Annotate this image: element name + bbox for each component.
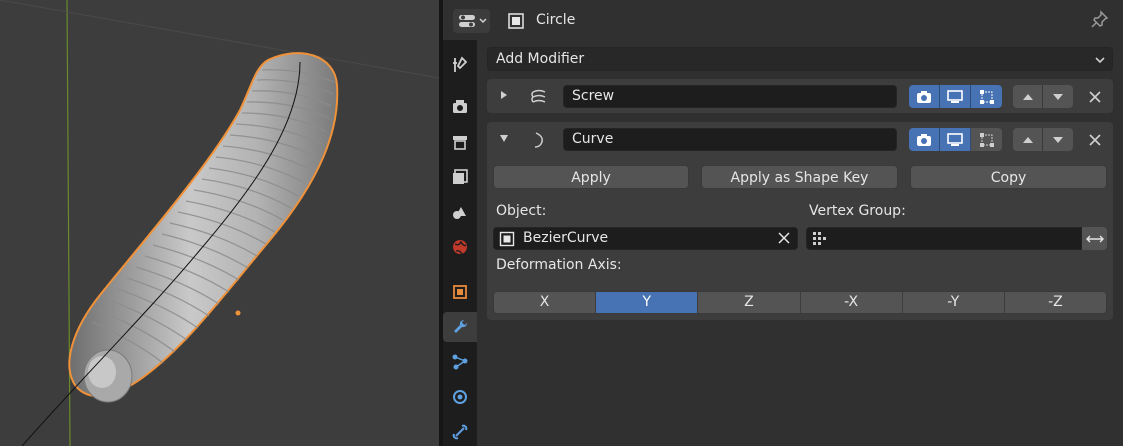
view-layer-tab[interactable] — [443, 162, 477, 192]
clear-icon[interactable] — [777, 231, 791, 245]
add-modifier-label: Add Modifier — [496, 51, 585, 67]
world-tab[interactable] — [443, 232, 477, 262]
arrow-up-icon — [1022, 93, 1033, 100]
arrow-up-icon — [1022, 136, 1033, 143]
axis-neg-x-button[interactable]: -X — [800, 292, 903, 313]
edit-mode-icon — [979, 89, 994, 104]
deformation-axis-label: Deformation Axis: — [496, 257, 622, 273]
y-axis-line — [66, 0, 71, 446]
chevron-down-icon — [479, 18, 487, 24]
view-layer-icon — [453, 169, 468, 184]
copy-button[interactable]: Copy — [910, 165, 1107, 189]
arrow-down-icon — [1053, 136, 1063, 143]
scene-tab[interactable] — [443, 197, 477, 227]
physics-tab[interactable] — [443, 382, 477, 412]
modifier-actions: Apply Apply as Shape Key Copy — [493, 165, 1107, 189]
constraints-tab[interactable] — [443, 417, 477, 446]
properties-tabs — [443, 0, 477, 446]
remove-modifier-button[interactable] — [1085, 130, 1105, 150]
show-render-toggle[interactable] — [909, 128, 940, 151]
object-tab[interactable] — [443, 277, 477, 307]
move-up-button[interactable] — [1013, 85, 1043, 108]
3d-viewport[interactable] — [0, 0, 439, 446]
show-viewport-toggle[interactable] — [940, 128, 971, 151]
collapse-triangle-icon[interactable] — [498, 132, 510, 144]
screw-modifier-icon — [531, 89, 546, 103]
close-icon — [1089, 91, 1101, 103]
axis-neg-y-button[interactable]: -Y — [902, 292, 1005, 313]
double-arrow-icon — [1085, 235, 1104, 242]
axis-neg-z-button[interactable]: -Z — [1004, 292, 1106, 313]
edit-mode-icon — [979, 132, 994, 147]
world-icon — [453, 240, 467, 255]
move-down-button[interactable] — [1043, 128, 1073, 151]
vertex-group-icon — [813, 232, 826, 245]
camera-icon — [917, 90, 931, 103]
output-icon — [453, 136, 467, 150]
tool-tab[interactable] — [443, 50, 477, 80]
object-label: Object: — [496, 203, 547, 219]
output-tab[interactable] — [443, 127, 477, 157]
modifier-panel-curve: Curve Apply Apply as Shape Key Copy Obje… — [487, 122, 1113, 320]
chevron-down-icon — [1095, 57, 1105, 64]
apply-as-shape-key-button[interactable]: Apply as Shape Key — [701, 165, 898, 189]
expand-triangle-icon[interactable] — [498, 89, 510, 101]
modifier-tab[interactable] — [443, 312, 477, 342]
object-icon — [453, 285, 467, 299]
object-field[interactable]: BezierCurve — [493, 227, 798, 250]
vertex-group-label: Vertex Group: — [809, 203, 906, 219]
object-value: BezierCurve — [523, 230, 609, 246]
add-modifier-dropdown[interactable]: Add Modifier — [487, 47, 1113, 71]
curve-modifier-icon — [534, 132, 543, 148]
scene-icon — [453, 207, 466, 219]
show-render-toggle[interactable] — [909, 85, 940, 108]
pin-icon[interactable] — [1089, 10, 1109, 30]
particles-tab[interactable] — [443, 347, 477, 377]
deformation-axis-selector: X Y Z -X -Y -Z — [493, 291, 1107, 314]
remove-modifier-button[interactable] — [1085, 87, 1105, 107]
object-origin-dot — [235, 310, 241, 316]
modifier-panel-screw: Screw — [487, 79, 1113, 113]
physics-icon — [453, 390, 467, 404]
modifier-header: Screw — [487, 79, 1113, 113]
monitor-icon — [947, 132, 963, 146]
wrench-icon — [454, 319, 468, 333]
monitor-icon — [947, 89, 963, 103]
show-editmode-toggle[interactable] — [971, 85, 1002, 108]
visibility-toggles — [909, 128, 1003, 151]
camera-icon — [917, 133, 931, 146]
show-editmode-toggle[interactable] — [971, 128, 1002, 151]
axis-y-button[interactable]: Y — [596, 292, 699, 313]
axis-x-button[interactable]: X — [494, 292, 597, 313]
move-down-button[interactable] — [1043, 85, 1073, 108]
visibility-toggles — [909, 85, 1003, 108]
properties-panel: Circle Add Modifier Screw Curve Apply Ap… — [443, 0, 1123, 446]
particles-icon — [452, 354, 468, 370]
vertex-group-field[interactable] — [806, 227, 1082, 250]
constraints-icon — [452, 424, 468, 440]
close-icon — [1089, 134, 1101, 146]
axis-z-button[interactable]: Z — [698, 292, 801, 313]
modifier-name-field[interactable]: Screw — [563, 85, 897, 108]
render-icon — [453, 100, 467, 113]
grid-line — [0, 0, 439, 79]
tool-icon — [453, 56, 468, 72]
object-data-icon — [499, 231, 515, 247]
move-up-button[interactable] — [1013, 128, 1043, 151]
modifier-name-field[interactable]: Curve — [563, 128, 897, 151]
apply-button[interactable]: Apply — [493, 165, 689, 189]
invert-vertex-group-button[interactable] — [1082, 227, 1107, 250]
properties-header: Circle — [443, 0, 1123, 40]
object-name: Circle — [536, 12, 576, 28]
properties-editor-icon — [459, 15, 475, 27]
move-buttons — [1013, 85, 1073, 108]
render-tab[interactable] — [443, 92, 477, 122]
show-viewport-toggle[interactable] — [940, 85, 971, 108]
arrow-down-icon — [1053, 93, 1063, 100]
object-data-icon — [508, 13, 524, 29]
move-buttons — [1013, 128, 1073, 151]
editor-type-selector[interactable] — [453, 9, 490, 33]
modifier-header: Curve — [487, 122, 1113, 156]
